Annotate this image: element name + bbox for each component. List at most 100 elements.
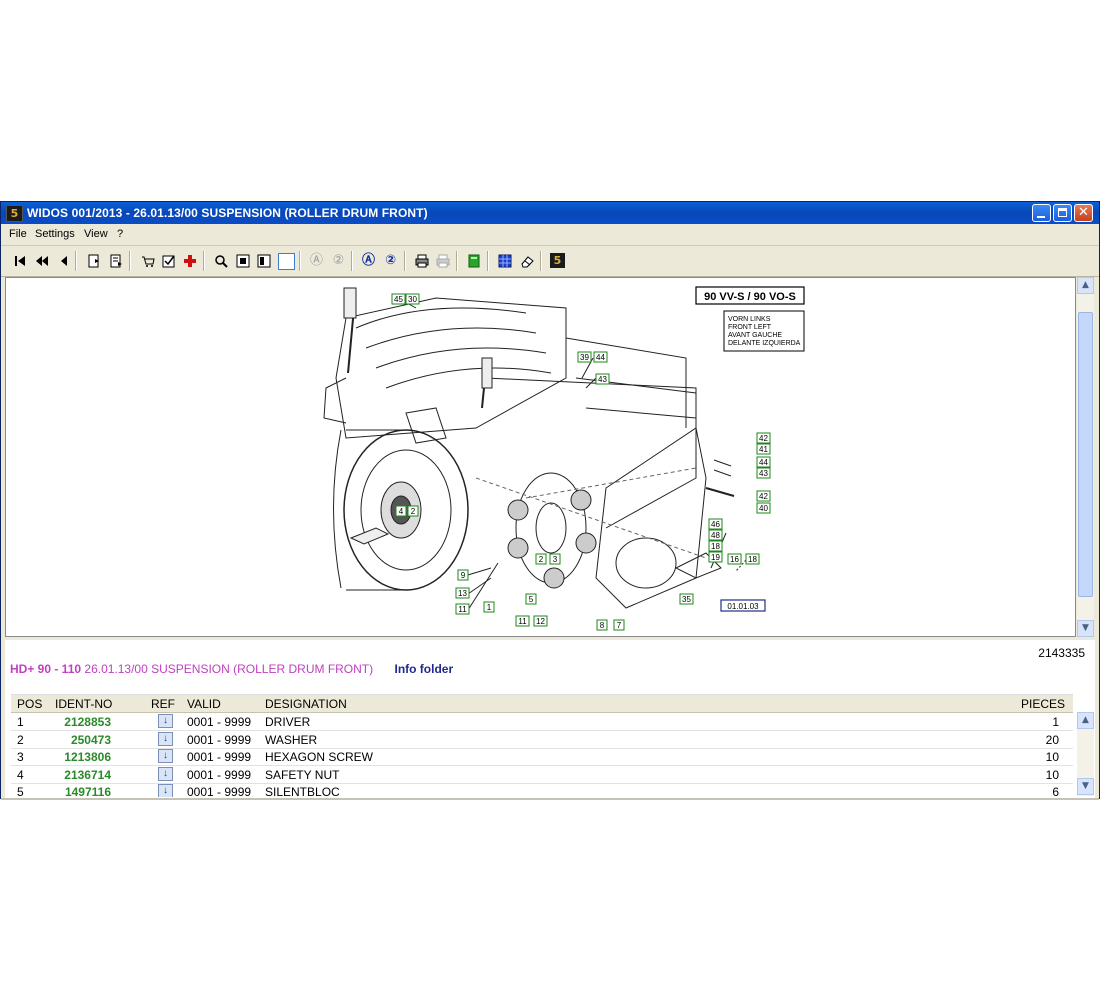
callout-label[interactable]: 9 [461,571,466,580]
table-vertical-scrollbar[interactable]: ▲ ▼ [1077,712,1094,796]
callout-label[interactable]: 12 [536,617,545,626]
model-name: HD+ 90 - 110 [10,662,82,676]
scroll-down-icon[interactable]: ▼ [1077,778,1094,795]
callout-label[interactable]: 3 [553,555,558,564]
zoom-icon[interactable] [212,252,229,269]
callout-label[interactable]: 7 [617,621,622,630]
close-icon: ✕ [1078,205,1089,220]
reference-arrow-button[interactable]: ↓ [158,731,173,746]
column-header-valid[interactable]: VALID [187,697,221,711]
toolbar-separator [129,251,131,271]
exploded-parts-drawing[interactable]: 90 VV-S / 90 VO-S VORN LINKS FRONT LEFT … [5,277,1076,637]
reference-label[interactable]: 01.01.03 [727,602,759,611]
previous-many-icon[interactable] [33,252,50,269]
eraser-icon[interactable] [518,252,535,269]
callout-label[interactable]: 18 [748,555,757,564]
cell-designation: WASHER [265,732,318,747]
fit-page-icon[interactable] [234,252,251,269]
print-icon[interactable] [413,252,430,269]
callout-label[interactable]: 4 [399,507,404,516]
column-header-pos[interactable]: POS [17,697,42,711]
menu-view[interactable]: View [84,228,108,240]
callout-label[interactable]: 40 [759,504,768,513]
document-forward-icon[interactable] [107,252,124,269]
callout-label[interactable]: 2 [539,555,544,564]
parts-table: POS IDENT-NO REF VALID DESIGNATION PIECE… [11,694,1073,797]
toolbar-separator [203,251,205,271]
callout-label[interactable]: 2 [411,507,416,516]
reference-arrow-button[interactable]: ↓ [158,749,173,763]
callout-label[interactable]: 1 [487,603,492,612]
document-back-icon[interactable] [85,252,102,269]
callout-label[interactable]: 16 [730,555,739,564]
callout-label[interactable]: 43 [759,469,768,478]
previous-icon[interactable] [55,252,72,269]
callout-label[interactable]: 45 [394,295,403,304]
cell-valid: 0001 - 9999 [187,785,252,797]
close-button[interactable]: ✕ [1074,204,1093,222]
drawing-vertical-scrollbar[interactable]: ▲ ▼ [1077,277,1094,637]
add-red-cross-icon[interactable] [181,252,198,269]
menu-file[interactable]: File [9,228,27,240]
callout-label[interactable]: 35 [682,595,691,604]
callout-label[interactable]: 41 [759,445,768,454]
cell-ident: 2136714 [64,767,111,782]
grid-icon[interactable] [496,252,513,269]
table-row[interactable]: 3 1213806 0001 - 9999 HEXAGON SCREW 10 ↓ [11,748,1073,766]
callout-label[interactable]: 13 [458,589,467,598]
reference-arrow-button[interactable]: ↓ [158,766,173,781]
callout-label[interactable]: 18 [711,542,720,551]
title-bar[interactable]: 5 WIDOS 001/2013 - 26.01.13/00 SUSPENSIO… [1,202,1099,224]
scroll-thumb[interactable] [1078,312,1093,597]
callout-label[interactable]: 30 [408,295,417,304]
green-book-icon[interactable] [465,252,482,269]
callout-label[interactable]: 42 [759,492,768,501]
minimize-button[interactable] [1032,204,1051,222]
callout-label[interactable]: 11 [458,605,467,614]
toolbar-separator [404,251,406,271]
callout-label[interactable]: 8 [600,621,605,630]
cell-ident: 1213806 [64,750,111,764]
info-folder-link[interactable]: Info folder [394,662,453,676]
toolbar: Ⓐ ② Ⓐ ② 5 [1,246,1099,277]
column-header-designation[interactable]: DESIGNATION [265,697,347,711]
search-2-icon[interactable]: ② [382,252,399,269]
cart-icon[interactable] [139,252,156,269]
callout-label[interactable]: 48 [711,531,720,540]
maximize-button[interactable] [1053,204,1072,222]
column-header-pieces[interactable]: PIECES [1021,697,1065,711]
column-header-ident[interactable]: IDENT-NO [55,697,112,711]
callout-label[interactable]: 44 [759,458,768,467]
page-title: HD+ 90 - 110 26.01.13/00 SUSPENSION (ROL… [10,662,453,676]
search-a-icon[interactable]: Ⓐ [360,252,377,269]
callout-label[interactable]: 46 [711,520,720,529]
table-row[interactable]: 2 250473 0001 - 9999 WASHER 20 ↓ [11,731,1073,749]
table-row[interactable]: 1 2128853 0001 - 9999 DRIVER 1 ↓ [11,713,1073,731]
menu-help[interactable]: ? [117,228,123,240]
cell-valid: 0001 - 9999 [187,750,252,764]
cell-pieces: 20 [1045,732,1059,747]
callout-label[interactable]: 39 [580,353,589,362]
first-page-icon[interactable] [11,252,28,269]
callout-label[interactable]: 42 [759,434,768,443]
scroll-up-icon[interactable]: ▲ [1077,712,1094,729]
callout-label[interactable]: 43 [598,375,607,384]
fit-width-icon[interactable] [255,252,272,269]
menu-settings[interactable]: Settings [35,228,75,240]
scroll-up-icon[interactable]: ▲ [1077,277,1094,294]
reference-arrow-button[interactable]: ↓ [158,784,173,797]
checklist-icon[interactable] [160,252,177,269]
callout-label[interactable]: 5 [529,595,534,604]
callout-label[interactable]: 11 [518,617,527,626]
cell-designation: SILENTBLOC [265,785,340,797]
reference-arrow-button[interactable]: ↓ [158,714,173,728]
table-row[interactable]: 4 2136714 0001 - 9999 SAFETY NUT 10 ↓ [11,766,1073,784]
search-a-disabled-icon: Ⓐ [309,253,323,268]
widos-logo-icon[interactable]: 5 [549,252,566,269]
scroll-down-icon[interactable]: ▼ [1077,620,1094,637]
callout-label[interactable]: 19 [711,553,720,562]
column-header-ref[interactable]: REF [151,697,175,711]
table-row[interactable]: 5 1497116 0001 - 9999 SILENTBLOC 6 ↓ [11,783,1073,797]
select-area-icon[interactable] [278,253,295,270]
callout-label[interactable]: 44 [596,353,605,362]
